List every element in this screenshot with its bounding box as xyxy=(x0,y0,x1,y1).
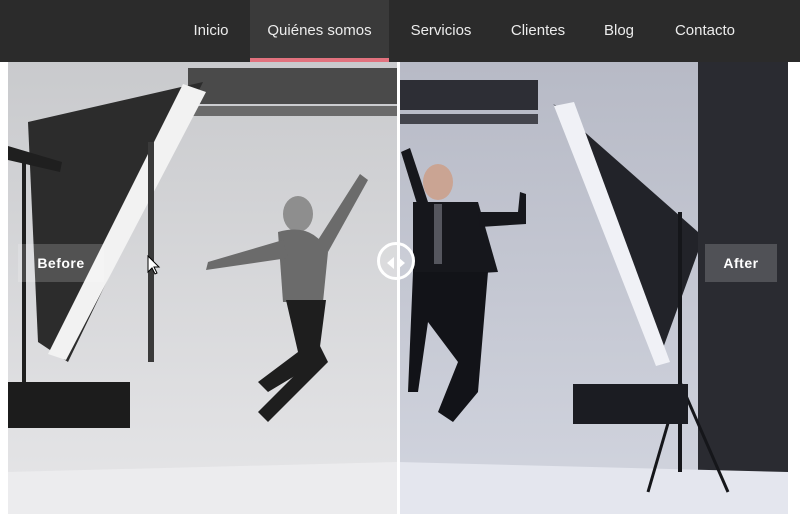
top-navigation: Inicio Quiénes somos Servicios Clientes … xyxy=(0,0,800,62)
after-label: After xyxy=(705,244,777,282)
before-label: Before xyxy=(18,244,104,282)
nav-item-clientes[interactable]: Clientes xyxy=(500,0,576,62)
nav-item-inicio[interactable]: Inicio xyxy=(180,0,242,62)
after-dark-corner xyxy=(698,62,788,514)
backdrop-rail-left-2 xyxy=(188,106,398,116)
backdrop-rail-right xyxy=(398,80,538,110)
backdrop-rail-left xyxy=(188,68,398,104)
floor-block-left xyxy=(8,382,130,428)
cable-left xyxy=(148,142,154,362)
nav-item-blog[interactable]: Blog xyxy=(596,0,642,62)
arrow-left-icon xyxy=(387,257,394,269)
mouse-pointer-icon xyxy=(147,255,161,275)
page-bottom-edge xyxy=(0,514,800,520)
backdrop-rail-right-2 xyxy=(398,114,538,124)
nav-item-quienes-somos[interactable]: Quiénes somos xyxy=(250,0,389,62)
before-after-comparison[interactable]: Before After xyxy=(8,62,788,514)
arrow-right-icon xyxy=(398,257,405,269)
floor-block-right xyxy=(573,384,688,424)
nav-item-servicios[interactable]: Servicios xyxy=(398,0,484,62)
light-stand-right xyxy=(678,212,682,472)
nav-item-contacto[interactable]: Contacto xyxy=(662,0,748,62)
comparison-divider[interactable] xyxy=(397,62,400,514)
left-right-arrows-icon[interactable] xyxy=(377,242,415,280)
